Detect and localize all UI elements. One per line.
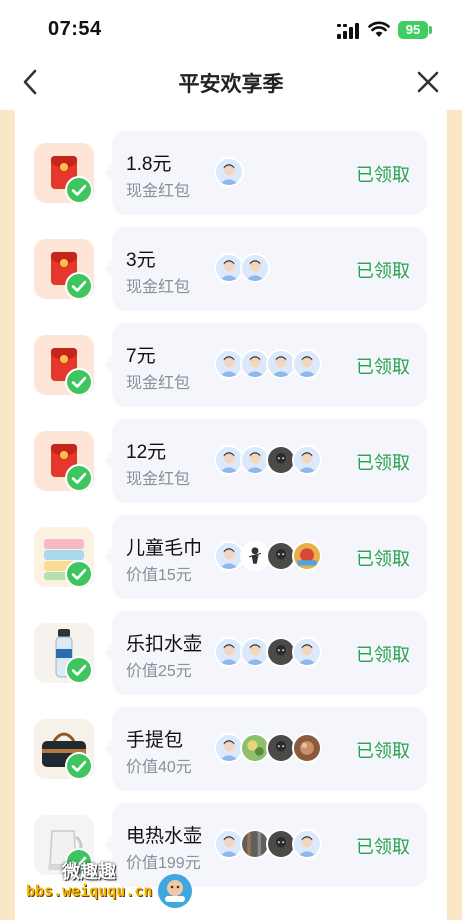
avatar xyxy=(292,541,322,571)
reward-card[interactable]: 乐扣水壶价值25元 已领取 xyxy=(104,611,427,695)
reward-name: 3元 xyxy=(126,250,156,271)
close-icon[interactable] xyxy=(414,68,442,96)
reward-card[interactable]: 7元现金红包 已领取 xyxy=(104,323,427,407)
reward-row: 3元现金红包 已领取 xyxy=(34,227,427,311)
reward-name: 电热水壶 xyxy=(126,826,203,847)
nav-bar: 平安欢享季 xyxy=(0,60,462,110)
claimed-status[interactable]: 已领取 xyxy=(356,353,410,379)
reward-subtext: 现金红包 xyxy=(126,279,191,296)
reward-row: 7元现金红包 已领取 xyxy=(34,323,427,407)
reward-name: 手提包 xyxy=(126,730,184,751)
checkmark-icon xyxy=(65,272,93,300)
avatar xyxy=(292,349,322,379)
reward-card[interactable]: 手提包价值40元 已领取 xyxy=(104,707,427,791)
checkmark-icon xyxy=(65,176,93,204)
reward-name: 12元 xyxy=(126,442,167,463)
checkmark-icon xyxy=(65,752,93,780)
battery-icon: 95 xyxy=(398,21,428,39)
claimed-status[interactable]: 已领取 xyxy=(356,737,410,763)
reward-subtext: 现金红包 xyxy=(126,375,191,392)
reward-card[interactable]: 12元现金红包 已领取 xyxy=(104,419,427,503)
claimed-status[interactable]: 已领取 xyxy=(356,545,410,571)
avatar xyxy=(214,157,244,187)
reward-row: 儿童毛巾价值15元 已领取 xyxy=(34,515,427,599)
status-time: 07:54 xyxy=(48,18,102,40)
reward-subtext: 价值40元 xyxy=(126,759,192,776)
wifi-icon xyxy=(368,21,390,37)
reward-card[interactable]: 3元现金红包 已领取 xyxy=(104,227,427,311)
reward-name: 乐扣水壶 xyxy=(126,634,203,655)
watermark-url: bbs.weiququ.cn xyxy=(26,882,153,900)
checkmark-icon xyxy=(65,560,93,588)
claimed-status[interactable]: 已领取 xyxy=(356,449,410,475)
reward-name: 儿童毛巾 xyxy=(126,538,203,559)
page-title: 平安欢享季 xyxy=(178,73,284,96)
claimed-status[interactable]: 已领取 xyxy=(356,257,410,283)
checkmark-icon xyxy=(65,464,93,492)
reward-row: 1.8元现金红包 已领取 xyxy=(34,131,427,215)
reward-card[interactable]: 儿童毛巾价值15元 已领取 xyxy=(104,515,427,599)
watermark: 微趣趣 bbs.weiququ.cn xyxy=(0,846,210,920)
reward-card[interactable]: 1.8元现金红包 已领取 xyxy=(104,131,427,215)
mascot-logo-icon xyxy=(158,874,192,908)
avatar xyxy=(292,637,322,667)
claimed-status[interactable]: 已领取 xyxy=(356,641,410,667)
reward-row: 12元现金红包 已领取 xyxy=(34,419,427,503)
reward-row: 乐扣水壶价值25元 已领取 xyxy=(34,611,427,695)
avatar xyxy=(292,829,322,859)
checkmark-icon xyxy=(65,656,93,684)
avatar xyxy=(292,445,322,475)
checkmark-icon xyxy=(65,368,93,396)
reward-subtext: 现金红包 xyxy=(126,471,191,488)
avatar xyxy=(292,733,322,763)
cellular-signal-icon xyxy=(337,23,359,39)
reward-row: 手提包价值40元 已领取 xyxy=(34,707,427,791)
claimed-status[interactable]: 已领取 xyxy=(356,161,410,187)
reward-subtext: 现金红包 xyxy=(126,183,191,200)
watermark-title: 微趣趣 xyxy=(62,862,116,882)
reward-subtext: 价值25元 xyxy=(126,663,192,680)
claimed-status[interactable]: 已领取 xyxy=(356,833,410,859)
reward-name: 1.8元 xyxy=(126,154,172,175)
status-bar: 07:54 95 xyxy=(0,0,462,60)
avatar xyxy=(240,253,270,283)
battery-tip xyxy=(429,26,432,34)
reward-name: 7元 xyxy=(126,346,156,367)
reward-subtext: 价值15元 xyxy=(126,567,192,584)
